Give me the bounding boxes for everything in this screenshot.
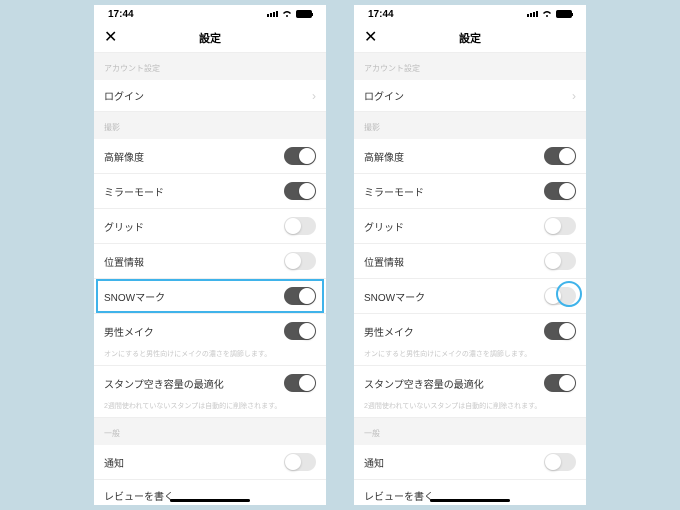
section-header-general: 一般 <box>354 418 586 445</box>
nav-bar: ✕ 設定 <box>94 23 326 53</box>
section-header-account: アカウント設定 <box>354 53 586 80</box>
row-snowmark[interactable]: SNOWマーク <box>94 279 326 314</box>
row-stamp-opt[interactable]: スタンプ空き容量の最適化 <box>94 366 326 400</box>
page-title: 設定 <box>459 30 481 46</box>
row-snowmark[interactable]: SNOWマーク <box>354 279 586 314</box>
row-location[interactable]: 位置情報 <box>354 244 586 279</box>
battery-icon <box>296 10 312 18</box>
toggle-highres[interactable] <box>544 147 576 165</box>
row-male-makeup[interactable]: 男性メイク <box>94 314 326 348</box>
nav-bar: ✕ 設定 <box>354 23 586 53</box>
status-indicators <box>527 10 572 18</box>
toggle-grid[interactable] <box>544 217 576 235</box>
phone-right: 17:44 ✕ 設定 アカウント設定 ログイン › 撮影 高解像度 ミラーモード… <box>354 5 586 505</box>
row-label-snowmark: SNOWマーク <box>104 289 165 304</box>
section-header-account: アカウント設定 <box>94 53 326 80</box>
row-mirror[interactable]: ミラーモード <box>354 174 586 209</box>
row-label-notif: 通知 <box>104 455 124 470</box>
row-highres[interactable]: 高解像度 <box>354 139 586 174</box>
row-male-makeup[interactable]: 男性メイク <box>354 314 586 348</box>
wifi-icon <box>542 10 552 18</box>
toggle-stamp-opt[interactable] <box>284 374 316 392</box>
toggle-notif[interactable] <box>544 453 576 471</box>
page-title: 設定 <box>199 30 221 46</box>
row-location[interactable]: 位置情報 <box>94 244 326 279</box>
row-stamp-opt[interactable]: スタンプ空き容量の最適化 <box>354 366 586 400</box>
row-notif[interactable]: 通知 <box>94 445 326 480</box>
row-label-highres: 高解像度 <box>364 149 404 164</box>
row-label-stamp-opt: スタンプ空き容量の最適化 <box>364 376 484 391</box>
row-label-male-makeup: 男性メイク <box>364 324 414 339</box>
toggle-snowmark[interactable] <box>544 287 576 305</box>
section-header-shoot: 撮影 <box>94 112 326 139</box>
row-login[interactable]: ログイン › <box>94 80 326 112</box>
row-sub-male-makeup: オンにすると男性向けにメイクの濃さを調節します。 <box>354 347 586 366</box>
row-label-male-makeup: 男性メイク <box>104 324 154 339</box>
row-label-snowmark: SNOWマーク <box>364 289 425 304</box>
toggle-location[interactable] <box>544 252 576 270</box>
phone-left: 17:44 ✕ 設定 アカウント設定 ログイン › 撮影 高解像度 ミラーモード… <box>94 5 326 505</box>
section-header-general: 一般 <box>94 418 326 445</box>
row-label-location: 位置情報 <box>104 254 144 269</box>
row-login[interactable]: ログイン › <box>354 80 586 112</box>
close-icon[interactable]: ✕ <box>364 30 377 46</box>
row-label-grid: グリッド <box>104 219 144 234</box>
home-indicator <box>430 499 510 502</box>
signal-icon <box>267 11 278 17</box>
chevron-right-icon: › <box>572 89 576 103</box>
status-time: 17:44 <box>108 9 134 20</box>
toggle-notif[interactable] <box>284 453 316 471</box>
row-label-review: レビューを書く <box>104 488 174 503</box>
toggle-male-makeup[interactable] <box>284 322 316 340</box>
close-icon[interactable]: ✕ <box>104 30 117 46</box>
row-label-review: レビューを書く <box>364 488 434 503</box>
section-header-shoot: 撮影 <box>354 112 586 139</box>
battery-icon <box>556 10 572 18</box>
row-label-highres: 高解像度 <box>104 149 144 164</box>
status-time: 17:44 <box>368 9 394 20</box>
row-label-location: 位置情報 <box>364 254 404 269</box>
row-sub-stamp-opt: 2週間使われていないスタンプは自動的に削除されます。 <box>354 399 586 418</box>
row-grid[interactable]: グリッド <box>354 209 586 244</box>
toggle-highres[interactable] <box>284 147 316 165</box>
toggle-male-makeup[interactable] <box>544 322 576 340</box>
row-label-login: ログイン <box>104 88 144 103</box>
settings-content: アカウント設定 ログイン › 撮影 高解像度 ミラーモード グリッド 位置情報 … <box>354 53 586 505</box>
signal-icon <box>527 11 538 17</box>
toggle-mirror[interactable] <box>284 182 316 200</box>
row-sub-stamp-opt: 2週間使われていないスタンプは自動的に削除されます。 <box>94 399 326 418</box>
row-label-notif: 通知 <box>364 455 384 470</box>
toggle-grid[interactable] <box>284 217 316 235</box>
row-sub-male-makeup: オンにすると男性向けにメイクの濃さを調節します。 <box>94 347 326 366</box>
row-label-mirror: ミラーモード <box>364 184 424 199</box>
status-bar: 17:44 <box>354 5 586 23</box>
row-mirror[interactable]: ミラーモード <box>94 174 326 209</box>
row-grid[interactable]: グリッド <box>94 209 326 244</box>
chevron-right-icon: › <box>312 89 316 103</box>
toggle-stamp-opt[interactable] <box>544 374 576 392</box>
row-label-stamp-opt: スタンプ空き容量の最適化 <box>104 376 224 391</box>
row-highres[interactable]: 高解像度 <box>94 139 326 174</box>
row-label-grid: グリッド <box>364 219 404 234</box>
row-label-login: ログイン <box>364 88 404 103</box>
settings-content: アカウント設定 ログイン › 撮影 高解像度 ミラーモード グリッド 位置情報 … <box>94 53 326 505</box>
status-bar: 17:44 <box>94 5 326 23</box>
status-indicators <box>267 10 312 18</box>
toggle-location[interactable] <box>284 252 316 270</box>
toggle-mirror[interactable] <box>544 182 576 200</box>
wifi-icon <box>282 10 292 18</box>
home-indicator <box>170 499 250 502</box>
row-label-mirror: ミラーモード <box>104 184 164 199</box>
row-notif[interactable]: 通知 <box>354 445 586 480</box>
toggle-snowmark[interactable] <box>284 287 316 305</box>
